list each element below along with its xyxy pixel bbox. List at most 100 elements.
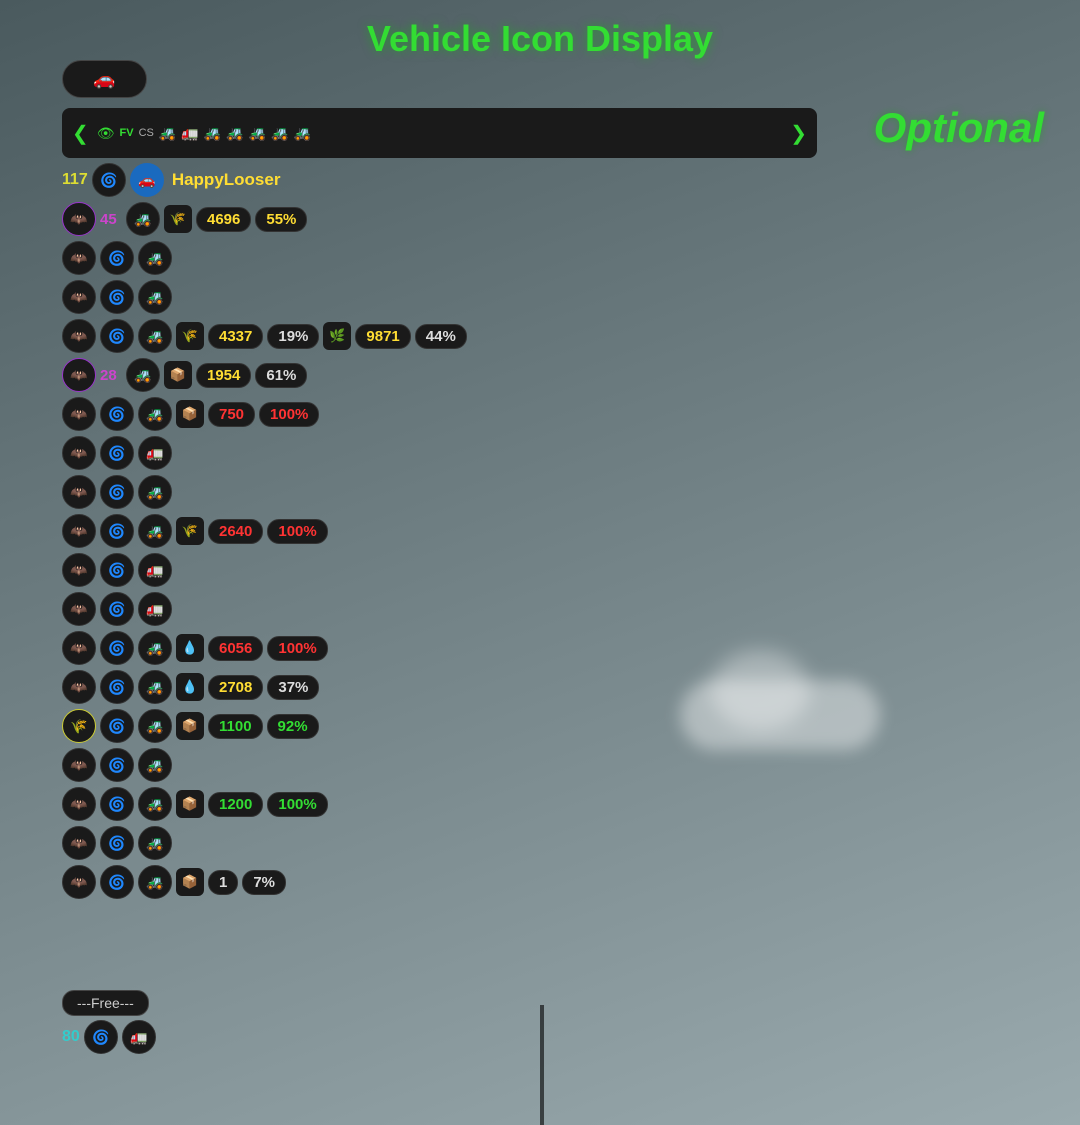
list-item: 🦇 🌀 🚜 [62,825,562,861]
list-item: 🦇 28 🚜 📦 1954 61% [62,357,562,393]
list-item: 🦇 🌀 🚜 🌾 4337 19% 🌿 9871 44% [62,318,562,354]
row-percent: 100% [259,402,319,427]
row-icon-bat: 🦇 [62,202,96,236]
row-icon-bat: 🦇 [62,787,96,821]
vehicle-list-panel: 117 🌀 🚗 HappyLooser 🦇 45 🚜 🌾 4696 55% 🦇 … [62,162,562,903]
row-icon-shell: 🌀 [100,475,134,509]
row-value: 4696 [196,207,251,232]
row-icon-tractor: 🚜 [138,280,172,314]
row-res-pallet: 📦 [176,868,204,896]
row-value: 2640 [208,519,263,544]
row-percent: 7% [242,870,286,895]
nav-icon-eye[interactable]: 👁 [97,125,115,142]
player-icon-1: 🌀 [92,163,126,197]
list-item: 🦇 🌀 🚛 [62,435,562,471]
nav-icon-t5[interactable]: 🚜 [249,125,266,142]
list-item: 🦇 🌀 🚛 [62,552,562,588]
row-icon-bat: 🦇 [62,436,96,470]
row-res-seed: 📦 [164,361,192,389]
row-res-wheat: 🌾 [164,205,192,233]
row-value: 6056 [208,636,263,661]
list-item: 🌾 🌀 🚜 📦 1100 92% [62,708,562,744]
row-icon-bat: 🦇 [62,631,96,665]
row-icon-bat: 🦇 [62,670,96,704]
row-icon-bat: 🦇 [62,280,96,314]
row-value-2: 9871 [355,324,410,349]
nav-icon-t7[interactable]: 🚜 [294,125,311,142]
row-res-seed: 📦 [176,790,204,818]
player-row: 117 🌀 🚗 HappyLooser [62,162,562,198]
list-item: 🦇 🌀 🚜 📦 1 7% [62,864,562,900]
row-icon-shell: 🌀 [100,670,134,704]
row-percent: 100% [267,636,327,661]
player-vehicle-icon: 🚗 [130,163,164,197]
row-icon-bat: 🦇 [62,826,96,860]
row-icon-shell: 🌀 [100,514,134,548]
row-icon-tractor: 🚜 [138,631,172,665]
row-icon-bat: 🦇 [62,475,96,509]
free-label: ---Free--- [62,990,149,1016]
background-tower [540,1005,544,1125]
car-button[interactable]: 🚗 [62,60,147,98]
row-badge: 28 [100,367,122,384]
free-icon-tractor: 🚛 [122,1020,156,1054]
car-icon: 🚗 [93,69,115,90]
row-icon-tractor: 🚜 [138,865,172,899]
row-icon-shell: 🌀 [100,865,134,899]
row-icon-shell: 🌀 [100,787,134,821]
row-percent: 55% [255,207,307,232]
row-icon-bat: 🦇 [62,514,96,548]
free-section: ---Free--- 80 🌀 🚛 [62,990,156,1054]
row-icon-tractor: 🚜 [138,241,172,275]
row-value: 1954 [196,363,251,388]
nav-icon-cs[interactable]: CS [139,127,154,139]
list-item: 🦇 🌀 🚜 [62,474,562,510]
row-percent: 100% [267,792,327,817]
nav-icon-t3[interactable]: 🚜 [204,125,221,142]
row-value: 1100 [208,714,263,739]
background-cloud [680,680,880,750]
row-icon-shell: 🌀 [100,241,134,275]
nav-icons: 👁 FV CS 🚜 🚛 🚜 🚜 🚜 🚜 🚜 [97,125,782,142]
row-icon-tractor: 🚜 [138,670,172,704]
free-badge: 80 [62,1028,80,1046]
player-id: 117 [62,171,88,189]
row-badge: 45 [100,211,122,228]
list-item: 🦇 🌀 🚜 🌾 2640 100% [62,513,562,549]
nav-left-arrow[interactable]: ❮ [68,121,93,146]
row-percent: 92% [267,714,319,739]
row-value: 2708 [208,675,263,700]
nav-right-arrow[interactable]: ❯ [786,121,811,146]
row-icon-bat: 🦇 [62,241,96,275]
row-icon-truck: 🚛 [138,436,172,470]
row-percent: 37% [267,675,319,700]
row-icon-truck: 🚛 [138,592,172,626]
nav-bar: ❮ 👁 FV CS 🚜 🚛 🚜 🚜 🚜 🚜 🚜 ❯ [62,108,817,158]
row-icon-tractor: 🚜 [138,826,172,860]
row-icon-bat: 🦇 [62,865,96,899]
optional-label: Optional [874,104,1044,152]
list-item: 🦇 🌀 🚜 📦 1200 100% [62,786,562,822]
nav-icon-t4[interactable]: 🚜 [226,125,243,142]
row-icon-shell: 🌀 [100,748,134,782]
row-icon-bat: 🦇 [62,748,96,782]
row-icon-tractor: 🚜 [126,358,160,392]
row-icon-bat: 🦇 [62,358,96,392]
row-icon-shell: 🌀 [100,709,134,743]
row-icon-shell: 🌀 [100,436,134,470]
row-res-seed: 📦 [176,400,204,428]
nav-icon-fv[interactable]: FV [120,127,134,139]
list-item: 🦇 🌀 🚜 [62,279,562,315]
nav-icon-t1[interactable]: 🚜 [159,125,176,142]
list-item: 🦇 🌀 🚛 [62,591,562,627]
row-res-wheat: 🌾 [176,517,204,545]
row-res-seed: 📦 [176,712,204,740]
row-icon-truck: 🚛 [138,553,172,587]
row-res-wheat: 🌾 [176,322,204,350]
row-icon-tractor: 🚜 [138,475,172,509]
row-icon-bat: 🦇 [62,319,96,353]
row-percent-2: 44% [415,324,467,349]
nav-icon-t2[interactable]: 🚛 [181,125,198,142]
nav-icon-t6[interactable]: 🚜 [271,125,288,142]
row-value: 750 [208,402,255,427]
